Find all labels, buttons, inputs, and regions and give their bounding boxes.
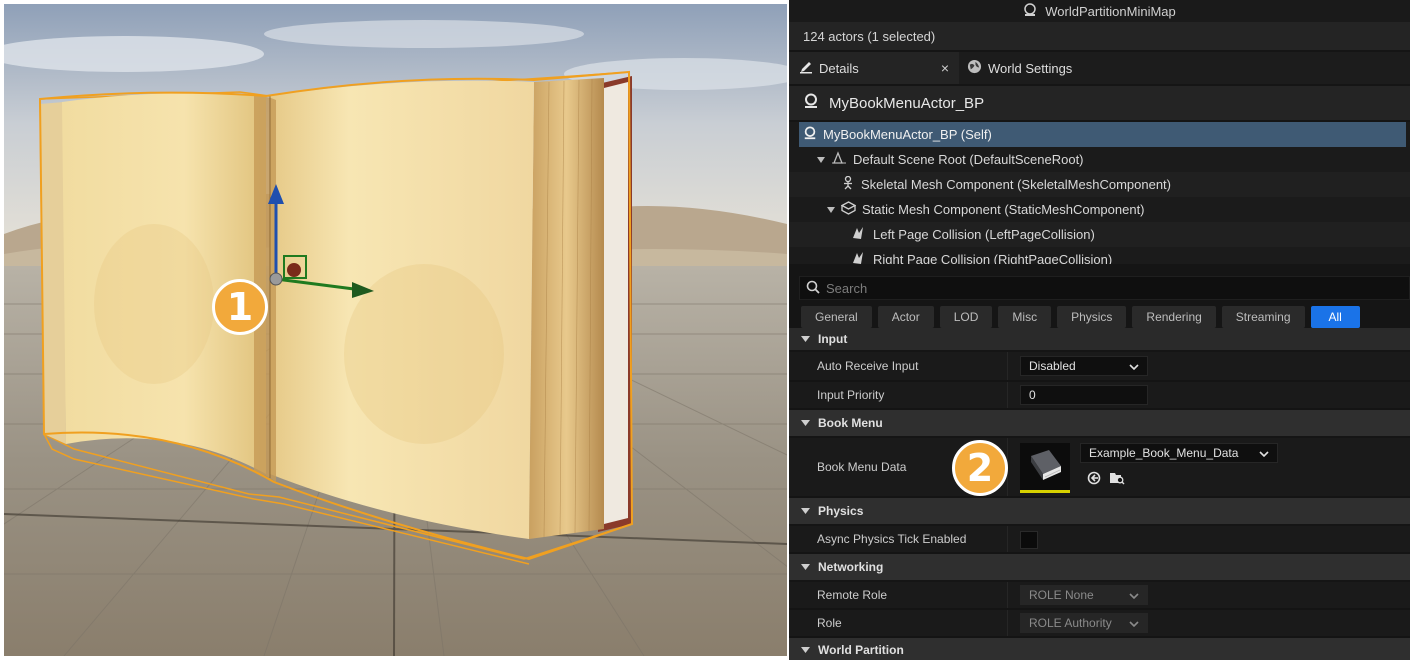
dropdown-value: Disabled <box>1029 359 1076 373</box>
tree-item-skeletal-mesh[interactable]: Skeletal Mesh Component (SkeletalMeshCom… <box>789 172 1410 197</box>
dropdown-value: Example_Book_Menu_Data <box>1089 446 1239 460</box>
filter-bar: General Actor LOD Misc Physics Rendering… <box>789 306 1410 328</box>
category-label: Input <box>818 332 848 346</box>
filter-lod[interactable]: LOD <box>939 306 993 328</box>
category-physics[interactable]: Physics <box>789 498 1410 524</box>
filter-physics[interactable]: Physics <box>1057 306 1127 328</box>
use-selected-asset-icon[interactable] <box>1087 471 1101 488</box>
tree-item-label: Default Scene Root (DefaultSceneRoot) <box>853 152 1084 167</box>
tree-item-left-page-collision[interactable]: Left Page Collision (LeftPageCollision) <box>789 222 1410 247</box>
viewport-scene <box>4 4 787 656</box>
tree-item-static-mesh[interactable]: Static Mesh Component (StaticMeshCompone… <box>789 197 1410 222</box>
tab-world-settings[interactable]: World Settings <box>959 52 1082 84</box>
search-box[interactable]: Search <box>799 276 1410 300</box>
property-input-priority: Input Priority 0 <box>789 382 1410 410</box>
dropdown-value: ROLE None <box>1029 588 1094 602</box>
collision-icon <box>851 226 867 243</box>
category-label: Networking <box>818 560 884 574</box>
category-input[interactable]: Input <box>789 328 1410 350</box>
property-label: Input Priority <box>817 388 885 402</box>
category-world-partition[interactable]: World Partition <box>789 638 1410 660</box>
skeleton-icon <box>841 175 855 193</box>
auto-receive-input-dropdown[interactable]: Disabled <box>1020 356 1148 376</box>
actor-icon <box>803 126 817 143</box>
close-tab-icon[interactable]: × <box>941 60 949 76</box>
filter-streaming[interactable]: Streaming <box>1221 306 1305 328</box>
category-label: World Partition <box>818 643 904 657</box>
panel-tabs: Details × World Settings <box>789 52 1410 84</box>
category-book-menu[interactable]: Book Menu <box>789 410 1410 436</box>
chevron-down-icon <box>1129 359 1139 373</box>
property-label: Book Menu Data <box>817 460 907 474</box>
tree-item-self[interactable]: MyBookMenuActor_BP (Self) <box>799 122 1406 147</box>
minimap-header: WorldPartitionMiniMap <box>789 0 1410 22</box>
minimap-icon <box>1023 2 1037 20</box>
globe-icon <box>967 59 982 77</box>
chevron-down-icon <box>1129 616 1139 630</box>
collapse-arrow-icon <box>801 332 810 346</box>
tree-item-label: Skeletal Mesh Component (SkeletalMeshCom… <box>861 177 1171 192</box>
property-auto-receive-input: Auto Receive Input Disabled <box>789 352 1410 382</box>
callout-badge-2: 2 <box>952 440 1008 496</box>
filter-general[interactable]: General <box>801 306 872 328</box>
filter-all[interactable]: All <box>1310 306 1360 328</box>
tree-item-label: MyBookMenuActor_BP (Self) <box>823 127 992 142</box>
tree-item-label: Right Page Collision (RightPageCollision… <box>873 252 1113 264</box>
browse-to-asset-icon[interactable] <box>1109 471 1125 488</box>
selected-actor-header: MyBookMenuActor_BP <box>789 86 1410 120</box>
expand-arrow-icon[interactable] <box>827 202 835 217</box>
category-label: Book Menu <box>818 416 883 430</box>
pencil-icon <box>799 60 813 77</box>
tree-item-label: Static Mesh Component (StaticMeshCompone… <box>862 202 1145 217</box>
book-asset-icon <box>1025 446 1065 487</box>
tree-item-label: Left Page Collision (LeftPageCollision) <box>873 227 1095 242</box>
collision-icon <box>851 251 867 264</box>
asset-thumbnail[interactable] <box>1020 443 1070 493</box>
tree-item-right-page-collision[interactable]: Right Page Collision (RightPageCollision… <box>789 247 1410 264</box>
async-physics-tick-checkbox[interactable] <box>1020 531 1038 549</box>
dropdown-value: ROLE Authority <box>1029 616 1112 630</box>
tab-details[interactable]: Details × <box>789 52 959 84</box>
chevron-down-icon <box>1259 446 1269 460</box>
collapse-arrow-icon <box>801 560 810 574</box>
collapse-arrow-icon <box>801 416 810 430</box>
filter-misc[interactable]: Misc <box>998 306 1052 328</box>
expand-arrow-icon[interactable] <box>817 152 825 167</box>
property-label: Role <box>817 616 842 630</box>
filter-actor[interactable]: Actor <box>877 306 934 328</box>
chevron-down-icon <box>1129 588 1139 602</box>
property-role: Role ROLE Authority <box>789 610 1410 638</box>
static-mesh-icon <box>840 201 857 218</box>
tree-item-default-scene-root[interactable]: Default Scene Root (DefaultSceneRoot) <box>789 147 1410 172</box>
role-dropdown[interactable]: ROLE Authority <box>1020 613 1148 633</box>
property-label: Async Physics Tick Enabled <box>817 532 967 546</box>
details-panel: WorldPartitionMiniMap 124 actors (1 sele… <box>789 0 1410 660</box>
category-label: Physics <box>818 504 864 518</box>
search-input[interactable]: Search <box>826 281 867 296</box>
scene-root-icon <box>831 151 847 168</box>
collapse-arrow-icon <box>801 504 810 518</box>
property-async-physics-tick: Async Physics Tick Enabled <box>789 526 1410 554</box>
property-remote-role: Remote Role ROLE None <box>789 582 1410 610</box>
input-priority-field[interactable]: 0 <box>1020 385 1148 405</box>
property-label: Auto Receive Input <box>817 359 919 373</box>
category-networking[interactable]: Networking <box>789 554 1410 580</box>
remote-role-dropdown[interactable]: ROLE None <box>1020 585 1148 605</box>
property-label: Remote Role <box>817 588 888 602</box>
search-icon <box>806 280 820 297</box>
book-menu-data-dropdown[interactable]: Example_Book_Menu_Data <box>1080 443 1278 463</box>
component-tree: MyBookMenuActor_BP (Self) Default Scene … <box>789 122 1410 264</box>
actor-name: MyBookMenuActor_BP <box>829 94 985 112</box>
minimap-title: WorldPartitionMiniMap <box>1045 3 1176 19</box>
tab-details-label: Details <box>819 60 859 76</box>
collapse-arrow-icon <box>801 643 810 657</box>
property-book-menu-data: Book Menu Data Example_Book_Menu_Data <box>789 438 1410 498</box>
actor-count: 124 actors (1 selected) <box>789 22 1410 50</box>
tab-world-settings-label: World Settings <box>988 60 1073 76</box>
level-viewport[interactable]: 1 <box>4 4 787 656</box>
actor-icon <box>803 93 819 113</box>
filter-rendering[interactable]: Rendering <box>1132 306 1216 328</box>
callout-badge-1: 1 <box>212 279 268 335</box>
